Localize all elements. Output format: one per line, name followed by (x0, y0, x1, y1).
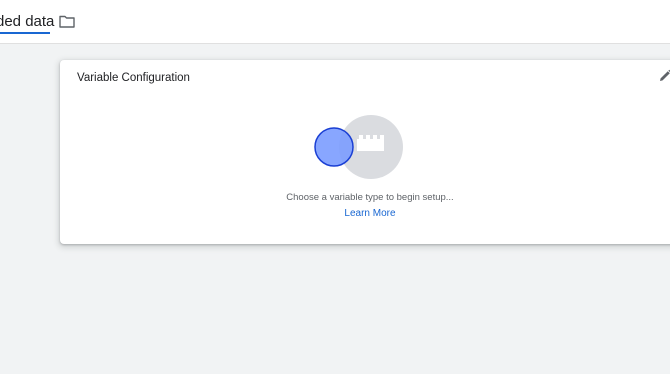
top-bar: ded data (0, 0, 670, 44)
title-underline (0, 32, 50, 34)
folder-icon[interactable] (59, 14, 75, 28)
variable-type-illustration-icon (314, 115, 403, 179)
pencil-icon[interactable] (658, 69, 670, 83)
learn-more-link[interactable]: Learn More (60, 208, 670, 219)
title-tab[interactable]: ded data (0, 13, 54, 35)
card-title: Variable Configuration (77, 72, 190, 84)
page-title: ded data (0, 13, 55, 30)
setup-hint: Choose a variable type to begin setup... (286, 192, 454, 203)
variable-configuration-card[interactable]: Variable Configuration Choose a variable… (60, 60, 670, 244)
